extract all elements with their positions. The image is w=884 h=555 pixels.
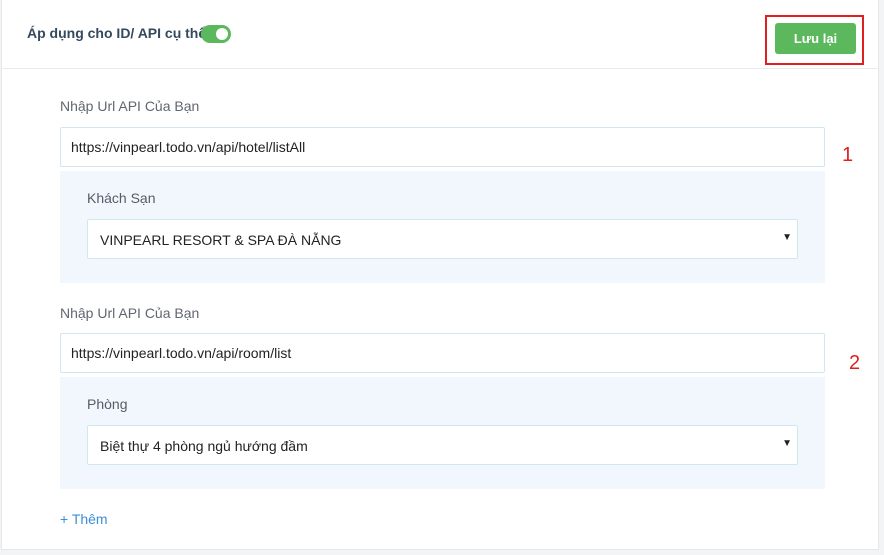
url-label-1: Nhập Url API Của Bạn (60, 98, 200, 114)
panel-header: Áp dụng cho ID/ API cụ thể (2, 0, 878, 69)
room-select[interactable]: Biệt thự 4 phòng ngủ hướng đầm ▼ (87, 425, 798, 465)
apply-toggle[interactable] (201, 25, 231, 43)
room-label: Phòng (87, 396, 128, 412)
url-input-1[interactable] (60, 127, 825, 167)
hotel-select-value: VINPEARL RESORT & SPA ĐÀ NẴNG (100, 232, 342, 248)
url-input-2[interactable] (60, 333, 825, 373)
room-select-value: Biệt thự 4 phòng ngủ hướng đầm (100, 438, 308, 454)
hotel-label: Khách Sạn (87, 190, 156, 206)
save-button[interactable]: Lưu lại (775, 23, 856, 54)
caret-down-icon: ▼ (782, 438, 792, 449)
url-label-2: Nhập Url API Của Bạn (60, 305, 200, 321)
settings-panel: Áp dụng cho ID/ API cụ thể Nhập Url API … (1, 0, 879, 550)
room-box: Phòng Biệt thự 4 phòng ngủ hướng đầm ▼ (60, 377, 825, 489)
marker-2: 2 (849, 352, 861, 374)
add-more-link[interactable]: + Thêm (60, 511, 108, 527)
caret-down-icon: ▼ (782, 232, 792, 243)
hotel-box: Khách Sạn VINPEARL RESORT & SPA ĐÀ NẴNG … (60, 171, 825, 283)
hotel-select[interactable]: VINPEARL RESORT & SPA ĐÀ NẴNG ▼ (87, 219, 798, 259)
toggle-knob (216, 28, 228, 40)
header-title: Áp dụng cho ID/ API cụ thể (27, 25, 207, 41)
marker-1: 1 (842, 144, 854, 166)
